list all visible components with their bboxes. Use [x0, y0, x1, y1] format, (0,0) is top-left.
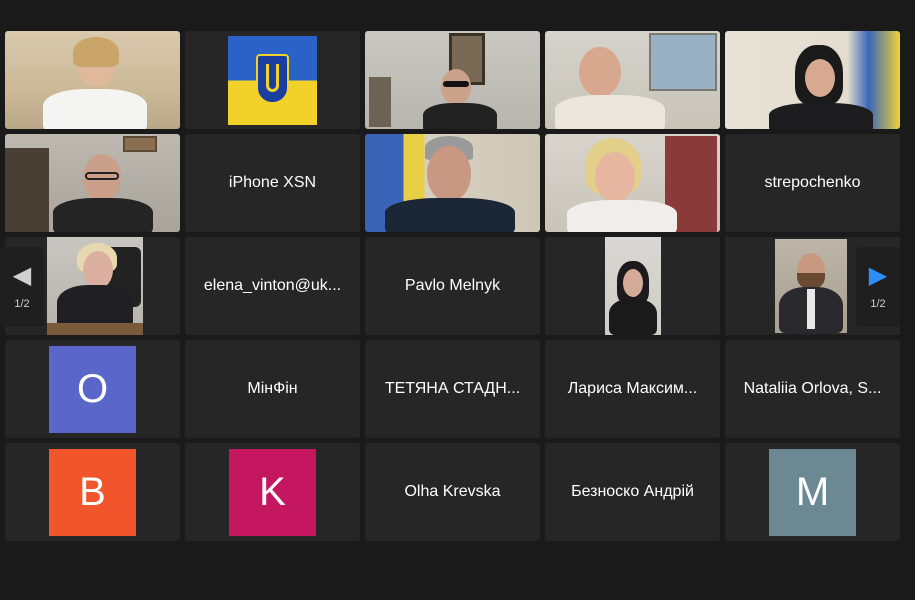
chevron-right-icon: ▶ [868, 262, 888, 289]
participant-video [5, 31, 180, 129]
participant-video-tile[interactable] [5, 134, 180, 232]
participant-name-tile[interactable]: Pavlo Melnyk [365, 237, 540, 335]
avatar: K [229, 448, 316, 536]
participant-name-tile[interactable]: elena_vinton@uk... [185, 237, 360, 335]
participant-video-tile[interactable] [365, 134, 540, 232]
participant-name: elena_vinton@uk... [203, 277, 342, 294]
participant-name-tile[interactable]: Olha Krevska [365, 443, 540, 541]
avatar: O [49, 345, 136, 433]
participant-name-tile[interactable]: strepochenko [725, 134, 900, 232]
participant-name-tile[interactable]: МінФін [185, 340, 360, 438]
participant-name: МінФін [247, 380, 298, 397]
participant-video [185, 31, 360, 129]
video-gallery: iPhone XSN strepochenko elena_vinton@uk.… [5, 31, 900, 541]
participant-name: strepochenko [764, 174, 861, 191]
next-page-button[interactable]: ▶ 1/2 [856, 247, 900, 327]
participant-name-tile[interactable]: iPhone XSN [185, 134, 360, 232]
participant-video-tile[interactable] [185, 31, 360, 129]
participant-avatar-tile[interactable]: B [5, 443, 180, 541]
participant-name-tile[interactable]: Безноско Андрій [545, 443, 720, 541]
participant-name: Nataliia Orlova, S... [743, 380, 882, 397]
participant-video [545, 31, 720, 129]
page-indicator: 1/2 [14, 298, 30, 310]
participant-video-tile[interactable] [5, 31, 180, 129]
participant-video [365, 31, 540, 129]
participant-video-tile[interactable] [545, 31, 720, 129]
participant-name-tile[interactable]: Nataliia Orlova, S... [725, 340, 900, 438]
participant-name-tile[interactable]: ТЕТЯНА СТАДН... [365, 340, 540, 438]
participant-avatar-tile[interactable]: M [725, 443, 900, 541]
participant-name: Pavlo Melnyk [404, 277, 501, 294]
chevron-left-icon: ◀ [12, 262, 32, 289]
participant-name: iPhone XSN [228, 174, 317, 191]
participant-video [365, 134, 540, 232]
participant-video-tile[interactable] [545, 237, 720, 335]
participant-avatar-tile[interactable]: K [185, 443, 360, 541]
participant-name: Безноско Андрій [571, 483, 694, 500]
participant-video [725, 31, 900, 129]
participant-video [5, 134, 180, 232]
participant-video [545, 134, 720, 232]
participant-avatar-tile[interactable]: O [5, 340, 180, 438]
avatar: B [49, 448, 136, 536]
ukraine-eu-flag-icon [228, 36, 317, 125]
avatar: M [769, 448, 856, 536]
participant-name-tile[interactable]: Лариса Максим... [545, 340, 720, 438]
page-indicator: 1/2 [870, 298, 886, 310]
participant-video-tile[interactable] [365, 31, 540, 129]
participant-video [545, 237, 720, 335]
participant-video-tile[interactable] [545, 134, 720, 232]
participant-name: Olha Krevska [404, 483, 501, 500]
participant-name: ТЕТЯНА СТАДН... [384, 380, 521, 397]
participant-name: Лариса Максим... [567, 380, 698, 397]
previous-page-button[interactable]: ◀ 1/2 [0, 247, 44, 327]
participant-video-tile[interactable] [725, 31, 900, 129]
